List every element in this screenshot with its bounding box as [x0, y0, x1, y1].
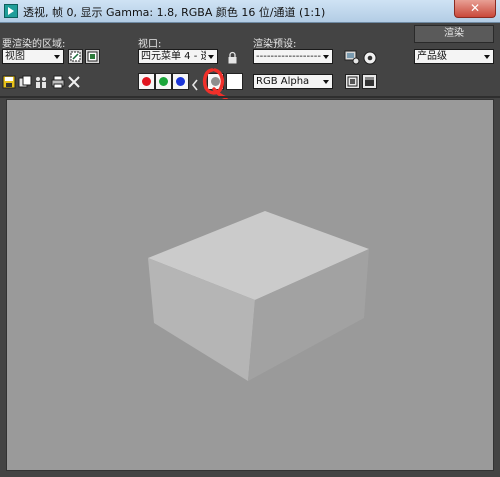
channel-display-dropdown[interactable]: RGB Alpha: [253, 74, 333, 89]
render-setup-icon[interactable]: [344, 49, 360, 65]
viewport-dropdown[interactable]: 四元菜单 4 - 透视: [138, 49, 218, 64]
clear-icon[interactable]: [67, 74, 81, 88]
rendered-cube: [148, 211, 369, 381]
viewport-label: 视口:: [138, 39, 162, 50]
chevron-down-icon: [206, 50, 217, 63]
environment-icon[interactable]: [363, 50, 377, 65]
render-controls-panel: 要渲染的区域: 视图 视口: 四元菜单 4 - 透视 渲染预设: -------…: [0, 23, 500, 100]
render-button[interactable]: 渲染: [414, 25, 494, 43]
red-channel-icon: [142, 77, 151, 86]
print-icon[interactable]: [51, 74, 65, 89]
app-icon: [4, 4, 18, 18]
blue-channel-icon: [176, 77, 185, 86]
display-alpha-icon[interactable]: [191, 76, 199, 91]
render-preset-dropdown[interactable]: -------------------: [253, 49, 333, 64]
render-frame-window: 透视, 帧 0, 显示 Gamma: 1.8, RGBA 颜色 16 位/通道 …: [0, 0, 500, 477]
save-image-icon[interactable]: [2, 74, 16, 89]
close-button[interactable]: ✕: [454, 0, 496, 18]
window-bottom-border: [0, 471, 500, 477]
red-channel-toggle[interactable]: [138, 73, 155, 90]
copy-image-icon[interactable]: [18, 74, 32, 88]
rendered-image-viewport[interactable]: [6, 99, 494, 471]
green-channel-icon: [159, 77, 168, 86]
chevron-down-icon: [321, 50, 332, 63]
area-to-render-dropdown[interactable]: 视图: [2, 49, 64, 64]
green-channel-toggle[interactable]: [155, 73, 172, 90]
toggle-ui-icon[interactable]: [362, 74, 377, 89]
chevron-down-icon: [482, 50, 493, 63]
clone-window-icon[interactable]: [34, 74, 48, 88]
title-bar: 透视, 帧 0, 显示 Gamma: 1.8, RGBA 颜色 16 位/通道 …: [0, 0, 500, 23]
window-title: 透视, 帧 0, 显示 Gamma: 1.8, RGBA 颜色 16 位/通道 …: [23, 6, 326, 19]
toolbar-divider: [0, 96, 500, 98]
blue-channel-toggle[interactable]: [172, 73, 189, 90]
chevron-down-icon: [52, 50, 63, 63]
edit-region-icon[interactable]: [68, 49, 83, 64]
toggle-ui-overlay-icon[interactable]: [345, 74, 360, 89]
area-to-render-label: 要渲染的区域:: [2, 39, 66, 50]
lock-icon[interactable]: [226, 50, 239, 64]
auto-region-icon[interactable]: [85, 49, 100, 64]
render-quality-dropdown[interactable]: 产品级: [414, 49, 494, 64]
chevron-down-icon: [321, 75, 332, 88]
render-preset-label: 渲染预设:: [253, 39, 297, 50]
color-swatch[interactable]: [226, 73, 243, 90]
